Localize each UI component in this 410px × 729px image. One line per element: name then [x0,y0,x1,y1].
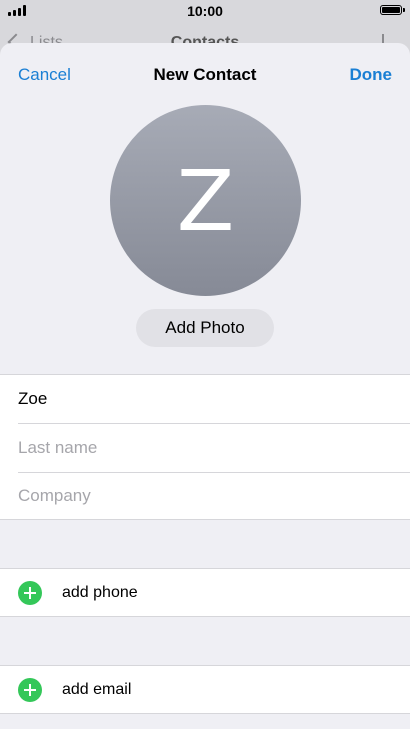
status-time: 10:00 [187,3,223,19]
add-phone-label: add phone [62,584,138,601]
add-email-row[interactable]: add email [0,665,410,714]
first-name-field[interactable]: Zoe [18,375,410,423]
add-photo-button[interactable]: Add Photo [136,309,274,347]
last-name-field[interactable]: Last name [18,424,410,472]
new-contact-sheet: Cancel New Contact Done Z Add Photo Zoe … [0,43,410,729]
add-phone-row[interactable]: add phone [0,568,410,617]
done-button[interactable]: Done [350,65,393,85]
add-email-label: add email [62,681,132,698]
add-circle-icon [18,678,42,702]
avatar[interactable]: Z [110,105,301,296]
nav-bar: Cancel New Contact Done [0,43,410,105]
screen: 10:00 Lists Contacts Cancel New Contact … [0,0,410,729]
avatar-initial: Z [176,151,235,250]
status-bar: 10:00 [0,0,410,22]
page-title: New Contact [153,65,257,84]
name-fields-group: Zoe Last name Company [0,374,410,520]
add-circle-icon [18,581,42,605]
battery-icon [380,5,405,15]
company-field[interactable]: Company [18,472,410,520]
